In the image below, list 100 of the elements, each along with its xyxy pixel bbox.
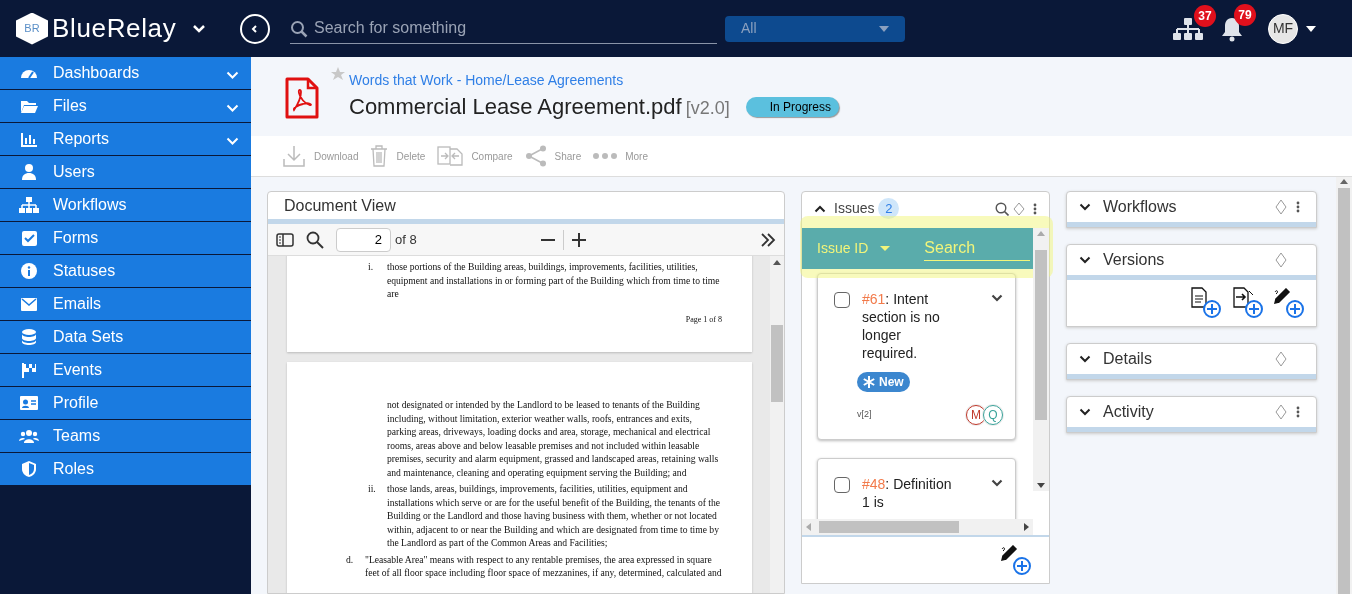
double-chevron-icon[interactable] <box>760 232 776 247</box>
search-icon[interactable] <box>995 201 1009 216</box>
document-title: Commercial Lease Agreement.pdf <box>349 93 682 121</box>
chevron-down-icon[interactable] <box>1079 355 1091 363</box>
add-document-icon[interactable] <box>1190 287 1222 319</box>
page-number-field[interactable]: 2 <box>336 227 391 252</box>
sidebar-item[interactable]: Roles <box>0 453 251 485</box>
chevron-down-icon[interactable] <box>1079 203 1091 211</box>
version-label: v[2] <box>857 408 872 422</box>
scrollbar[interactable] <box>802 519 1033 535</box>
chevron-left-icon <box>250 23 260 34</box>
paragraph: those portions of the Building areas, buildings, improvements, facilities, utilities, equipment and installations in or forming part of the Building which from time to time are <box>387 260 721 301</box>
status-badge: In Progress <box>745 96 839 117</box>
logo: BR <box>16 12 48 45</box>
list-marker: i. <box>368 260 375 274</box>
sidebar-item[interactable]: Profile <box>0 387 251 419</box>
arrow-right-icon[interactable] <box>1024 523 1029 531</box>
notification-badge: 79 <box>1234 3 1256 26</box>
chevron-down-icon[interactable] <box>991 294 1003 302</box>
trash-icon <box>370 145 389 167</box>
chevron-down-icon[interactable] <box>991 479 1003 487</box>
sidebar-item[interactable]: Dashboards <box>0 57 251 89</box>
issue-title: #48: Definition 1 is <box>862 475 953 511</box>
assignee-avatar: M <box>966 405 986 425</box>
panel-title: Workflows <box>1103 197 1177 217</box>
more-vertical-icon[interactable] <box>1296 201 1300 213</box>
list-marker: d. <box>346 552 355 567</box>
search-icon[interactable] <box>306 230 324 249</box>
star-icon[interactable] <box>331 66 345 81</box>
scope-label: All <box>741 19 757 38</box>
scrollbar-thumb[interactable] <box>771 325 783 402</box>
add-annotation-icon[interactable] <box>1001 545 1031 575</box>
issue-card[interactable]: #61: Intent section is no longer required. New v[2] M Q <box>817 273 1016 440</box>
chevron-down-icon[interactable] <box>1079 256 1091 264</box>
sidebar-item[interactable]: Teams <box>0 420 251 452</box>
checkbox[interactable] <box>834 477 850 493</box>
hierarchy-icon <box>19 197 39 213</box>
sidebar-item[interactable]: Users <box>0 156 251 188</box>
arrow-up-icon[interactable] <box>1340 179 1348 184</box>
sidebar-item[interactable]: Reports <box>0 123 251 155</box>
more-vertical-icon[interactable] <box>1033 202 1037 215</box>
share-icon <box>524 145 547 167</box>
database-icon <box>22 329 36 345</box>
paragraph: not designated or intended by the Landlord to be leased to tenants of the Building including, without limitation, exterior weather walls, roofs, entrances and exits, parking areas, driveways, loading docks and area, storage, mechanical and electrical rooms, areas above and below leasable premises and not included within leasable premises, security and alarm equipment, grassed and landscaped areas, retaining walls and maintenance, cleaning and operating equipment serving the Building; and <box>387 398 720 479</box>
arrow-up-icon[interactable] <box>773 260 781 265</box>
sidebar-item[interactable]: Emails <box>0 288 251 320</box>
count-badge: 2 <box>878 198 900 219</box>
search-field[interactable]: Search for something <box>290 13 717 44</box>
page-count: of 8 <box>395 230 417 249</box>
checkbox[interactable] <box>834 292 850 308</box>
caret-icon[interactable] <box>1306 25 1316 32</box>
scrollbar[interactable] <box>770 256 784 593</box>
scrollbar[interactable] <box>1033 228 1049 491</box>
filter-dropdown[interactable]: Issue ID <box>817 238 891 259</box>
panel-title: Versions <box>1103 250 1165 270</box>
scrollbar-thumb[interactable] <box>1338 188 1350 594</box>
scrollbar-thumb[interactable] <box>819 521 959 533</box>
download-icon <box>282 145 306 167</box>
scrollbar[interactable] <box>1336 177 1352 594</box>
avatar[interactable]: MF <box>1268 13 1298 44</box>
toolbar-button[interactable]: More <box>593 148 648 164</box>
toolbar-button[interactable]: Compare <box>437 146 513 166</box>
sidebar-item[interactable]: Workflows <box>0 189 251 221</box>
add-annotation-icon[interactable] <box>1274 288 1304 318</box>
issue-card[interactable]: #48: Definition 1 is <box>817 458 1016 519</box>
info-icon <box>21 263 37 279</box>
toolbar-button[interactable]: Share <box>524 145 582 167</box>
envelope-icon <box>21 297 37 311</box>
collapse-button[interactable] <box>240 13 270 44</box>
sidebar-item[interactable]: Data Sets <box>0 321 251 353</box>
more-vertical-icon[interactable] <box>1296 406 1300 418</box>
sidebar-item[interactable]: Forms <box>0 222 251 254</box>
plus-icon[interactable] <box>572 232 586 247</box>
toolbar-button[interactable]: Download <box>282 145 359 167</box>
sidebar-item[interactable]: Statuses <box>0 255 251 287</box>
checkbox-icon <box>21 230 37 246</box>
arrow-down-icon[interactable] <box>1037 483 1045 488</box>
notification-badge: 37 <box>1194 4 1216 27</box>
chevron-down-icon[interactable] <box>1079 408 1091 416</box>
id-card-icon <box>20 396 38 410</box>
version-label: [v2.0] <box>685 97 730 120</box>
group-icon <box>19 429 39 443</box>
sidebar-toggle-icon[interactable] <box>276 232 294 247</box>
scope-dropdown[interactable]: All <box>725 15 905 42</box>
search-icon <box>290 19 308 38</box>
sidebar-item[interactable]: Events <box>0 354 251 386</box>
chevron-up-icon[interactable] <box>814 204 826 213</box>
page-footer: Page 1 of 8 <box>287 312 722 326</box>
add-import-icon[interactable] <box>1232 287 1264 319</box>
scrollbar-thumb[interactable] <box>1035 249 1047 420</box>
caret-icon <box>879 25 889 32</box>
panel-title: Activity <box>1103 402 1154 422</box>
issue-search-field[interactable]: Search <box>924 236 1031 261</box>
toolbar-button[interactable]: Delete <box>370 145 426 167</box>
caret-icon <box>880 246 891 251</box>
brand-name: BlueRelay <box>52 12 177 45</box>
panel-title: Issues <box>834 199 875 218</box>
paragraph: "Leasable Area" means with respect to any rentable premises, the area expressed in square feet of all floor space including floor space of mezzanines, if any, determined, calculated and <box>365 552 722 580</box>
breadcrumb-link[interactable]: Words that Work - Home/Lease Agreements <box>349 70 839 90</box>
sidebar-item[interactable]: Files <box>0 90 251 122</box>
